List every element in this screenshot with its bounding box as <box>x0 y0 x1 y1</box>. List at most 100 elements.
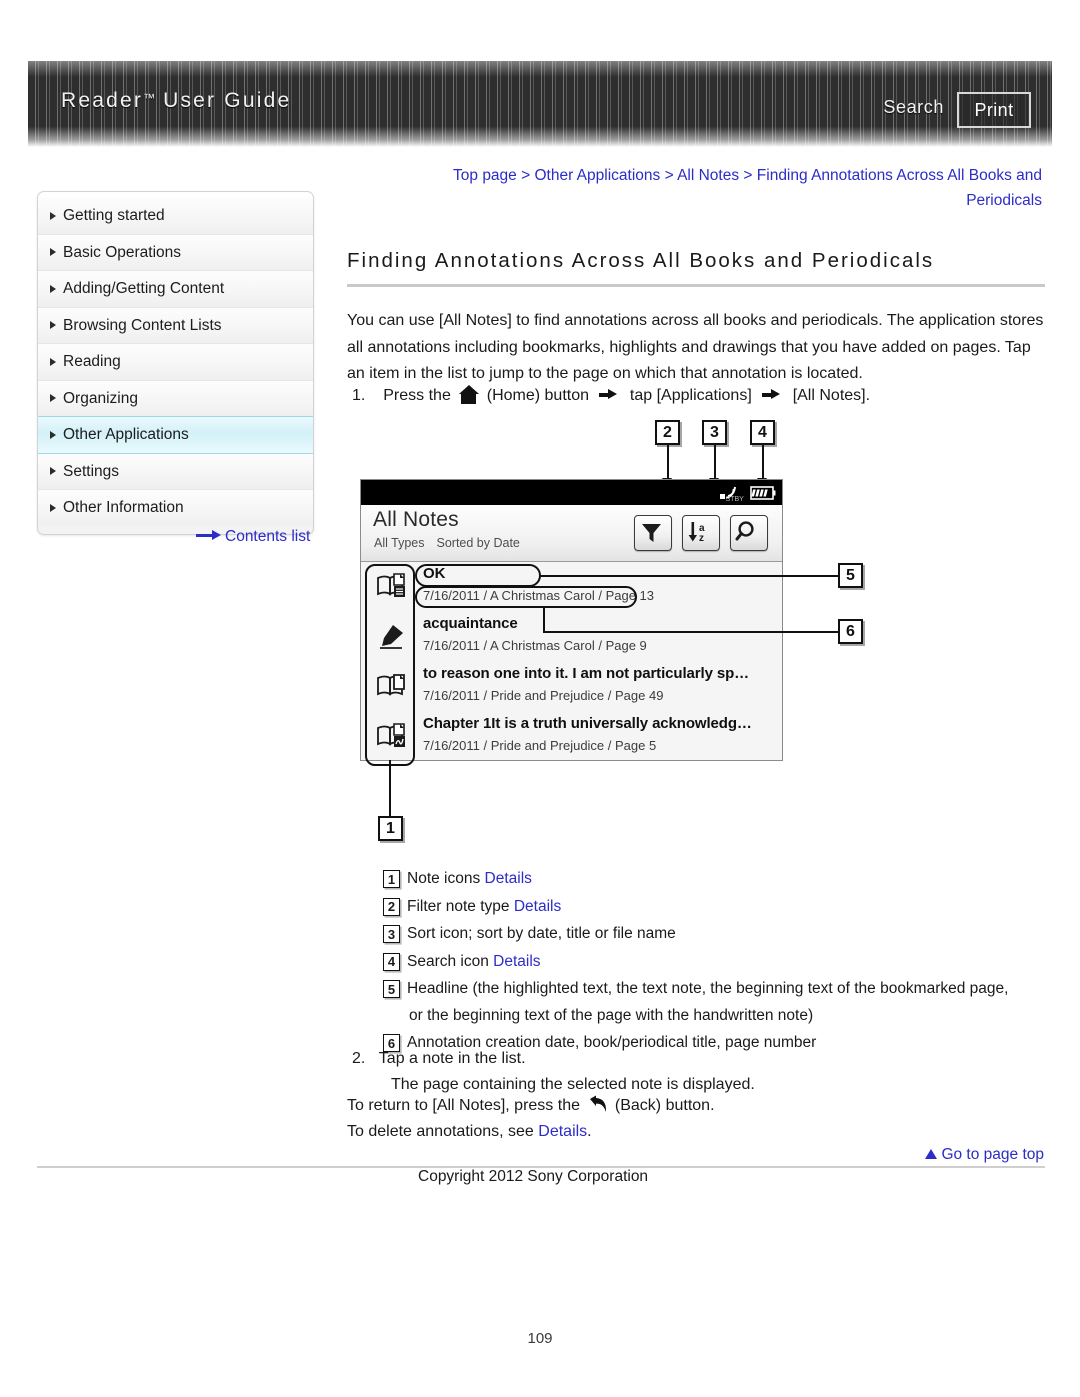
delete-instruction-after: . <box>587 1123 592 1140</box>
sidebar-item-label: Other Information <box>63 499 184 516</box>
back-instruction-after: (Back) button. <box>614 1097 715 1114</box>
copyright-text: Copyright 2012 Sony Corporation <box>418 1168 649 1185</box>
search-icon-button[interactable] <box>730 515 768 551</box>
breadcrumb-item-all-notes[interactable]: All Notes <box>677 167 739 184</box>
sidebar-item-basic-operations[interactable]: Basic Operations <box>38 234 313 271</box>
sidebar-nav: Getting started Basic Operations Adding/… <box>37 191 314 535</box>
arrow-right-icon <box>762 388 782 400</box>
site-title-rest: User Guide <box>155 89 292 112</box>
legend-text-continued: or the beginning text of the page with t… <box>409 1006 814 1024</box>
chevron-right-icon <box>50 248 56 257</box>
book-handwriting-icon <box>375 719 409 753</box>
sidebar-item-label: Reading <box>63 353 121 370</box>
legend-item-2: 2 Filter note type Details <box>383 894 1048 921</box>
trademark-glyph: ™ <box>143 91 156 105</box>
callout-6: 6 <box>838 619 863 644</box>
site-header: Reader™ User Guide Search Print <box>28 61 1052 147</box>
chevron-right-icon <box>50 430 56 439</box>
note-headline: to reason one into it. I am not particul… <box>423 665 750 682</box>
breadcrumb-item-other-applications[interactable]: Other Applications <box>534 167 660 184</box>
legend-item-3: 3 Sort icon; sort by date, title or file … <box>383 921 1048 948</box>
legend-item-5: 5 Headline (the highlighted text, the tex… <box>383 976 1048 1029</box>
note-list-item[interactable]: acquaintance 7/16/2011 / A Christmas Car… <box>361 612 782 663</box>
legend-details-link[interactable]: Details <box>493 953 540 970</box>
callout-2: 2 <box>655 420 680 445</box>
chevron-right-icon <box>50 211 56 220</box>
callout-3: 3 <box>702 420 727 445</box>
back-button-instruction: To return to [All Notes], press the (Bac… <box>347 1093 1047 1119</box>
chevron-right-icon <box>50 284 56 293</box>
site-title-main: Reader <box>61 89 144 112</box>
svg-text:STBY: STBY <box>726 496 745 502</box>
filter-state-label: All Types <box>374 536 425 550</box>
sort-state-label: Sorted by Date <box>436 536 520 550</box>
note-meta: 7/16/2011 / Pride and Prejudice / Page 5 <box>423 738 657 753</box>
legend-number: 2 <box>383 897 400 916</box>
step-2-number: 2. <box>352 1050 366 1067</box>
callout-1-leader <box>389 760 391 822</box>
chevron-right-icon <box>50 394 56 403</box>
note-meta: 7/16/2011 / A Christmas Carol / Page 13 <box>423 588 655 603</box>
legend-text: Search icon <box>407 952 489 970</box>
sidebar-item-organizing[interactable]: Organizing <box>38 380 313 417</box>
note-headline: acquaintance <box>423 615 518 632</box>
sidebar-item-label: Browsing Content Lists <box>63 316 222 334</box>
chevron-right-icon <box>50 503 56 512</box>
legend-details-link[interactable]: Details <box>485 870 532 887</box>
breadcrumb-item-current: Finding Annotations Across All Books and… <box>756 167 1042 209</box>
step-1-text-mid: tap [Applications] <box>629 387 752 404</box>
note-list-item[interactable]: Chapter 1It is a truth universally ackno… <box>361 712 782 760</box>
note-meta: 7/16/2011 / Pride and Prejudice / Page 4… <box>423 688 664 703</box>
wireless-standby-icon: STBY <box>718 484 745 503</box>
go-to-page-top-link[interactable]: Go to page top <box>925 1146 1044 1164</box>
back-arrow-icon <box>586 1095 608 1114</box>
search-link[interactable]: Search <box>883 97 944 118</box>
device-header: All Notes All Types Sorted by Date a z <box>361 505 782 562</box>
note-meta: 7/16/2011 / A Christmas Carol / Page 9 <box>423 638 647 653</box>
sidebar-item-label: Organizing <box>63 389 138 407</box>
legend-text: Note icons <box>407 870 481 887</box>
book-bookmark-icon <box>375 669 409 703</box>
sidebar-item-getting-started[interactable]: Getting started <box>38 198 313 235</box>
breadcrumb-separator: > <box>660 167 678 184</box>
sidebar-item-label: Adding/Getting Content <box>63 280 225 297</box>
delete-details-link[interactable]: Details <box>538 1123 587 1140</box>
battery-icon <box>750 486 776 500</box>
page-title: Finding Annotations Across All Books and… <box>347 249 935 272</box>
legend-text: Filter note type <box>407 897 510 915</box>
print-button[interactable]: Print <box>957 92 1031 128</box>
breadcrumb: Top page > Other Applications > All Note… <box>424 163 1042 213</box>
triangle-up-icon <box>925 1149 938 1159</box>
sidebar-item-adding-getting-content[interactable]: Adding/Getting Content <box>38 271 313 308</box>
callout-legend: 1 Note icons Details 2 Filter note type De… <box>383 866 1048 1058</box>
home-icon <box>458 385 480 404</box>
note-list-item[interactable]: to reason one into it. I am not particul… <box>361 662 782 713</box>
sort-az-icon-button[interactable]: a z <box>682 515 720 551</box>
delete-instruction-before: To delete annotations, see <box>347 1123 534 1140</box>
legend-details-link[interactable]: Details <box>514 898 561 915</box>
sidebar-item-label: Basic Operations <box>63 243 182 261</box>
sidebar-item-other-applications[interactable]: Other Applications <box>38 416 313 454</box>
breadcrumb-separator: > <box>739 167 757 184</box>
sidebar-item-browsing-content-lists[interactable]: Browsing Content Lists <box>38 307 313 344</box>
step-2-text: Tap a note in the list. <box>378 1050 526 1067</box>
chevron-right-icon <box>50 357 56 366</box>
sidebar-item-other-information[interactable]: Other Information <box>38 490 313 526</box>
arrow-right-icon <box>196 530 222 540</box>
contents-list-label: Contents list <box>225 528 311 545</box>
breadcrumb-item-top-page[interactable]: Top page <box>453 167 517 184</box>
device-screen-title: All Notes <box>373 508 459 531</box>
callout-6-leader-h <box>543 631 839 633</box>
callout-6-leader-v <box>543 606 545 632</box>
contents-list-link[interactable]: Contents list <box>196 528 310 546</box>
sidebar-item-reading[interactable]: Reading <box>38 344 313 381</box>
note-list-item[interactable]: OK 7/16/2011 / A Christmas Carol / Page … <box>361 562 782 613</box>
device-screenshot-figure: 2 3 4 STBY All Notes All Types Sorted by… <box>347 418 907 858</box>
callout-5-leader <box>539 575 839 577</box>
site-title: Reader™ User Guide <box>61 89 291 113</box>
sidebar-item-settings[interactable]: Settings <box>38 453 313 490</box>
sidebar-item-label: Getting started <box>63 207 165 224</box>
filter-icon-button[interactable] <box>634 515 672 551</box>
legend-text: Sort icon; sort by date, title or file n… <box>407 925 676 942</box>
step-1-number: 1. <box>352 387 366 404</box>
